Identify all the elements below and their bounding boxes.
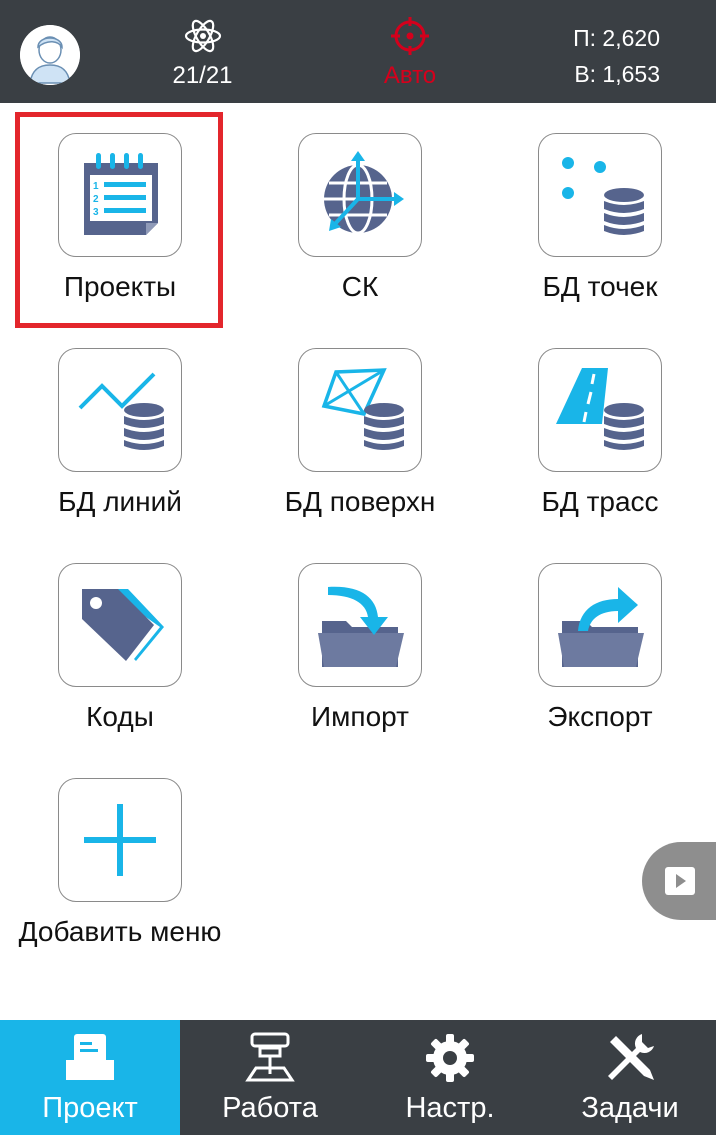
tile-projects[interactable]: 1 2 3 Проекты <box>20 133 220 313</box>
nav-tab-project[interactable]: Проект <box>0 1020 180 1135</box>
tile-label: БД трасс <box>541 486 659 517</box>
nav-tab-work[interactable]: Работа <box>180 1020 360 1135</box>
solution-mode[interactable]: Авто <box>360 16 460 96</box>
tile-label: СК <box>341 271 379 302</box>
tile-label: Импорт <box>311 701 409 732</box>
lines-database-icon <box>78 372 164 450</box>
tile-label: БД поверхн <box>284 486 436 517</box>
tile-label: БД точек <box>542 271 658 302</box>
svg-text:2: 2 <box>93 194 99 205</box>
mode-label: Авто <box>383 62 437 89</box>
nav-label: Настр. <box>405 1092 495 1124</box>
satellite-count: 21/21 <box>172 62 233 89</box>
satellite-status[interactable]: 21/21 <box>150 16 255 96</box>
survey-rover-icon <box>245 1032 295 1082</box>
side-panel-toggle-button[interactable] <box>642 842 716 920</box>
horizontal-precision: П: 2,620 <box>573 25 660 51</box>
nav-label: Задачи <box>581 1092 679 1124</box>
roads-database-icon <box>556 368 644 450</box>
tile-label: Проекты <box>63 271 177 302</box>
tile-coordinate-system[interactable]: СК <box>260 133 460 313</box>
tile-import[interactable]: Импорт <box>260 563 460 743</box>
add-plus-icon <box>84 804 156 876</box>
surfaces-database-icon <box>321 368 404 450</box>
tile-label: Коды <box>86 701 154 732</box>
gear-icon <box>426 1034 474 1082</box>
status-bar: 21/21 Авто П: 2,620 В: 1,653 <box>0 0 716 103</box>
tile-label: Экспорт <box>547 701 653 732</box>
tile-points-db[interactable]: БД точек <box>500 133 700 313</box>
play-icon <box>665 867 695 895</box>
nav-label: Работа <box>222 1092 318 1124</box>
tile-add-menu[interactable]: Добавить меню <box>19 778 221 958</box>
tile-label: Добавить меню <box>18 916 222 947</box>
tools-wrench-icon <box>608 1034 654 1080</box>
bottom-navigation: Проект Работа Настр. Задачи <box>0 1020 716 1135</box>
points-database-icon <box>562 157 644 235</box>
tile-label: БД линий <box>58 486 182 517</box>
tile-export[interactable]: Экспорт <box>500 563 700 743</box>
svg-text:3: 3 <box>93 207 99 218</box>
tile-roads-db[interactable]: БД трасс <box>500 348 700 528</box>
nav-tab-settings[interactable]: Настр. <box>360 1020 540 1135</box>
user-avatar-icon[interactable] <box>20 25 80 85</box>
tile-codes[interactable]: Коды <box>20 563 220 743</box>
import-folder-icon <box>318 586 404 667</box>
coordinate-system-globe-icon <box>324 151 404 235</box>
nav-label: Проект <box>42 1092 138 1124</box>
codes-tag-icon <box>82 589 164 661</box>
satellite-atom-icon <box>184 19 221 53</box>
nav-tab-tasks[interactable]: Задачи <box>540 1020 716 1135</box>
tile-lines-db[interactable]: БД линий <box>20 348 220 528</box>
precision-readout[interactable]: П: 2,620 В: 1,653 <box>520 20 660 92</box>
svg-text:1: 1 <box>93 181 99 192</box>
tile-surfaces-db[interactable]: БД поверхн <box>260 348 460 528</box>
vertical-precision: В: 1,653 <box>574 61 660 87</box>
project-tray-icon <box>66 1034 114 1080</box>
crosshair-target-icon <box>391 17 429 55</box>
export-folder-icon <box>558 587 644 667</box>
project-list-icon: 1 2 3 <box>84 153 158 235</box>
